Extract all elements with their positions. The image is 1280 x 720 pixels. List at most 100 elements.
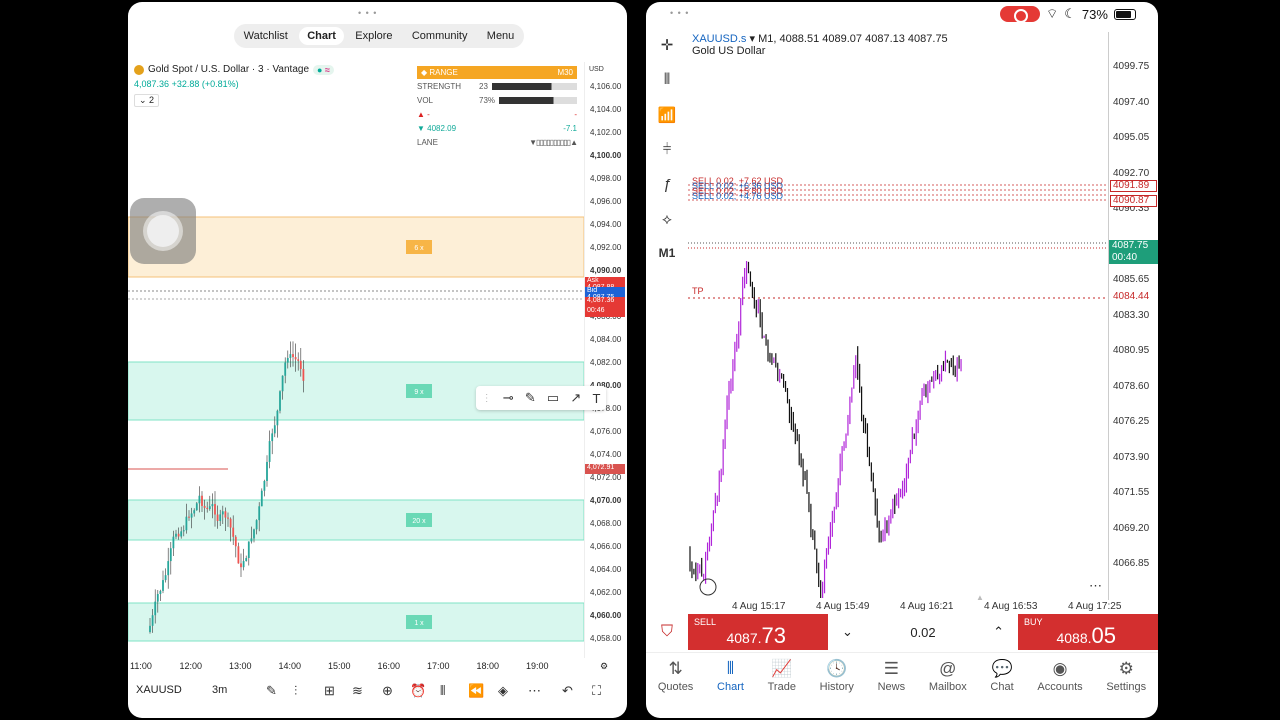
candle-type-icon[interactable]: ⫴ [664,71,670,96]
level-selector[interactable]: ⌄ 2 [134,94,160,107]
candle-body [198,495,201,504]
indicator-icon[interactable]: 📶 [658,106,677,131]
order-price-box[interactable]: 4091.89 [1110,180,1157,192]
time-tick: 15:00 [328,661,351,671]
replay-icon[interactable]: ⏪ [468,683,484,699]
candle-body [263,480,266,491]
candle-body [294,357,297,360]
candle-body [164,575,167,581]
volume-value[interactable]: 0.02 [910,625,935,640]
indicator-pill[interactable]: ● ≈ [313,64,334,75]
nav-accounts[interactable]: ◉ Accounts [1037,653,1082,704]
price-tick: 4,106.00 [590,82,622,91]
tab-explore[interactable]: Explore [347,27,400,45]
axis-settings-icon[interactable]: ⚙ [600,661,608,672]
objects-icon[interactable]: ⫩ [663,141,672,166]
price-tick: 4,096.00 [590,197,622,206]
symbol-header[interactable]: Gold Spot / U.S. Dollar · 3 · Vantage ● … [134,64,334,75]
candle-body [268,441,271,462]
tp-price: 4084.44 [1113,291,1150,302]
horizontal-line-icon[interactable]: ⊸ [503,390,514,406]
time-tick: 4 Aug 15:49 [816,601,870,612]
fullscreen-icon[interactable]: ⛶ [592,683,601,699]
price-tick: 4066.85 [1113,558,1150,569]
symbol-name[interactable]: XAUUSD.s [692,33,746,45]
sell-button[interactable]: SELL 4087.73 [688,614,828,650]
more-icon[interactable]: ⋯ [528,683,541,699]
bottom-toolbar: XAUUSD 3m ✎ ⫶ ⊞ ≋ ⊕ ⏰ ⫴ ⏪ ◈ ⋯ ↶ ⛶ [128,678,627,704]
nav-chart[interactable]: ⫴ Chart [717,653,744,704]
down-label: ▼ 4082.09 [417,123,457,133]
order-price-box[interactable]: 4090.87 [1110,195,1157,207]
range-title: ◆ RANGE [421,68,458,77]
nav-quotes[interactable]: ⇅ Quotes [658,653,693,704]
candle-body [167,561,170,576]
left-price-axis[interactable]: USD 4,106.00 4,104.00 4,102.00 4,100.00 4,09… [584,62,627,658]
price-tick: 4,100.00 [590,151,622,160]
ruler-icon[interactable]: ✎ [525,390,536,406]
crosshair-icon[interactable]: ✛ [661,36,674,61]
nav-chat[interactable]: 💬 Chat [990,653,1013,704]
tab-community[interactable]: Community [404,27,476,45]
tab-menu[interactable]: Menu [479,27,523,45]
undo-icon[interactable]: ↶ [562,683,573,699]
window-dots[interactable]: • • • [358,8,377,18]
indicators-icon[interactable]: ⫶ [294,683,297,699]
nav-settings[interactable]: ⚙ Settings [1106,653,1146,704]
price-tick: 4078.60 [1113,380,1150,392]
pen-icon[interactable]: ✎ [266,683,277,699]
trade-panel-icon[interactable]: ⛉ [646,614,688,650]
nav-news[interactable]: ☰ News [878,653,906,704]
function-icon[interactable]: ƒ [663,176,671,201]
right-time-axis[interactable]: 4 Aug 15:17 4 Aug 15:49 4 Aug 16:21 4 Aug 1… [688,600,1158,614]
buy-button[interactable]: BUY 4088.05 [1018,614,1158,650]
nav-mailbox[interactable]: @ Mailbox [929,653,967,704]
right-chart-area[interactable]: SELL 0.02, +7.62 USD SELL 0.02, +6.36 USD… [688,32,1108,602]
zone-0 [128,216,585,278]
ask-tag: Ask 4,087.88 [585,277,625,291]
nav-trade[interactable]: 📈 Trade [768,653,796,704]
candle-body [245,558,248,562]
templates-icon[interactable]: ⊞ [324,683,335,699]
up-label: ▲ - [417,109,430,119]
drag-handle-icon[interactable]: ⋮ [482,393,492,404]
zone-3 [128,602,585,642]
window-dots[interactable]: • • • [670,8,689,18]
candle-body [258,506,261,521]
nav-history[interactable]: 🕓 History [820,653,854,704]
assistive-touch-button[interactable] [130,198,196,264]
add-icon[interactable]: ⊕ [382,683,393,699]
zoom-icon[interactable] [699,578,717,596]
more-options-icon[interactable]: ⋯ [1089,578,1102,593]
history-icon: 🕓 [826,659,848,678]
volume-down-icon[interactable]: ⌄ [842,624,853,640]
layers-icon[interactable]: ◈ [498,683,508,699]
chart-type-icon[interactable]: ⫴ [440,683,445,699]
text-tool-icon[interactable]: T [592,391,600,406]
last-price-value: 4,087.36 [134,79,170,89]
compare-icon[interactable]: ≋ [352,683,363,699]
time-tick: 4 Aug 17:25 [1068,601,1122,612]
left-time-axis[interactable]: 11:00 12:00 13:00 14:00 15:00 16:00 17:00 18:00… [128,658,627,674]
rectangle-icon[interactable]: ▭ [547,390,559,406]
tab-watchlist[interactable]: Watchlist [236,27,296,45]
right-price-axis[interactable]: 4099.754097.404095.054092.704090.354088.… [1108,32,1158,600]
range-tf: M30 [557,68,573,77]
volume-up-icon[interactable]: ⌃ [993,624,1004,640]
left-chart-area[interactable]: 6 x 9 x 20 x 1 x [128,62,585,658]
price-tick: 4,072.00 [590,473,622,482]
shapes-icon[interactable]: ⟡ [662,211,672,236]
trend-path-icon[interactable]: ↗ [570,390,581,406]
alarm-icon[interactable]: ⏰ [410,683,426,699]
toolbar-symbol[interactable]: XAUUSD [136,684,182,696]
sell-order-label[interactable]: SELL 0.02, +4.76 USD [692,191,783,201]
recording-icon[interactable] [1000,6,1040,23]
currency-label[interactable]: USD [589,66,604,73]
toolbar-timeframe[interactable]: 3m [212,684,227,696]
price-tick: 4085.65 [1113,274,1150,285]
volume-control: ⌄ 0.02 ⌃ [828,614,1018,650]
timeframe-button[interactable]: M1 [659,246,676,271]
tab-chart[interactable]: Chart [299,27,344,45]
symbol-dropdown-icon[interactable]: ▾ [749,33,755,45]
candle-body [247,541,250,559]
